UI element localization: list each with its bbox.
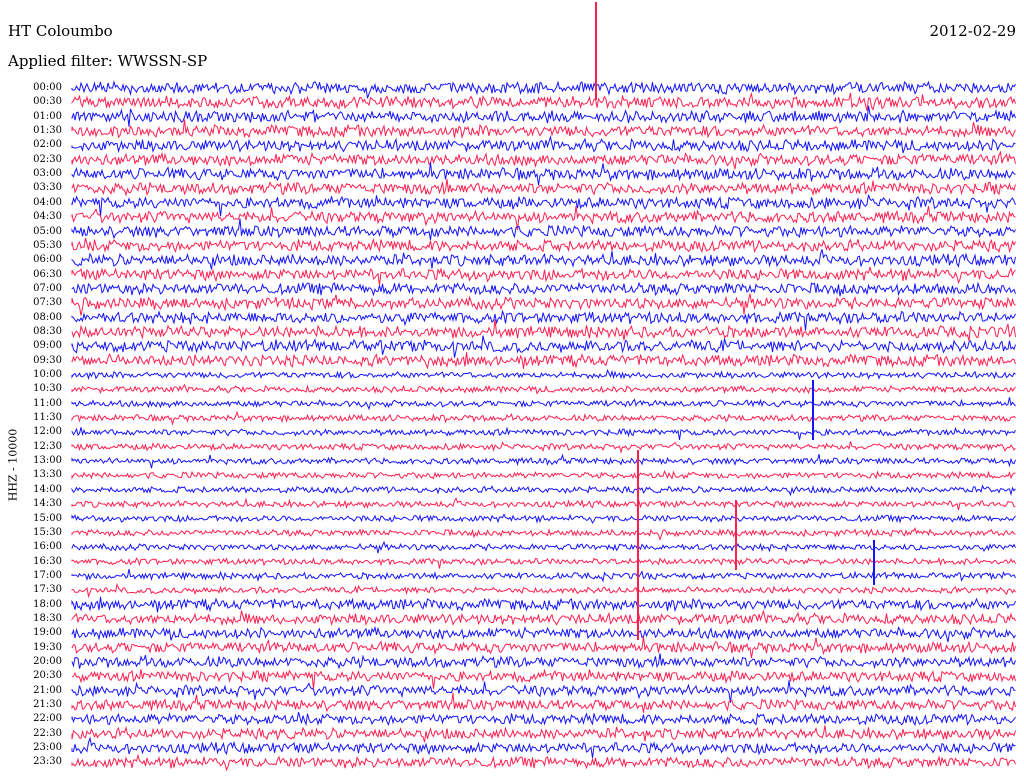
seismic-trace xyxy=(71,91,1016,111)
seismic-trace xyxy=(71,178,1016,197)
seismic-trace xyxy=(71,426,1016,440)
seismic-trace xyxy=(71,352,1016,370)
seismic-trace xyxy=(71,319,1016,342)
seismic-trace xyxy=(71,218,1016,240)
seismic-trace xyxy=(71,680,1016,703)
seismic-trace xyxy=(71,513,1016,524)
seismic-trace xyxy=(71,725,1016,743)
seismic-trace xyxy=(71,609,1016,627)
seismic-trace xyxy=(71,526,1016,542)
seismic-trace xyxy=(71,410,1016,426)
seismic-trace xyxy=(71,712,1016,727)
seismic-trace xyxy=(71,266,1016,286)
seismic-trace xyxy=(71,636,1016,658)
seismic-trace xyxy=(71,162,1016,186)
seismic-trace xyxy=(71,205,1016,231)
seismic-trace xyxy=(71,484,1016,497)
seismic-trace xyxy=(71,497,1016,511)
seismic-trace xyxy=(71,441,1016,454)
helicorder-plot xyxy=(71,2,1016,772)
seismic-trace xyxy=(71,582,1016,599)
seismic-trace xyxy=(71,281,1016,297)
seismic-trace xyxy=(71,596,1016,613)
seismic-trace xyxy=(71,80,1016,99)
seismic-trace xyxy=(71,309,1016,331)
seismic-trace xyxy=(71,119,1016,140)
seismic-trace xyxy=(71,368,1016,381)
seismic-trace xyxy=(71,293,1016,316)
seismic-trace xyxy=(71,736,1016,759)
seismic-trace xyxy=(71,469,1016,480)
seismic-trace xyxy=(71,135,1016,154)
seismic-trace xyxy=(71,397,1016,411)
seismic-trace xyxy=(71,335,1016,358)
seismic-trace xyxy=(71,383,1016,395)
seismic-trace xyxy=(71,693,1016,713)
seismic-trace xyxy=(71,249,1016,270)
seismic-trace xyxy=(71,105,1016,127)
seismic-trace xyxy=(71,453,1016,469)
seismic-trace xyxy=(71,753,1016,772)
seismic-trace xyxy=(71,150,1016,170)
seismic-trace xyxy=(71,625,1016,643)
seismic-trace xyxy=(71,237,1016,254)
seismic-trace xyxy=(71,653,1016,670)
seismic-trace xyxy=(71,668,1016,690)
